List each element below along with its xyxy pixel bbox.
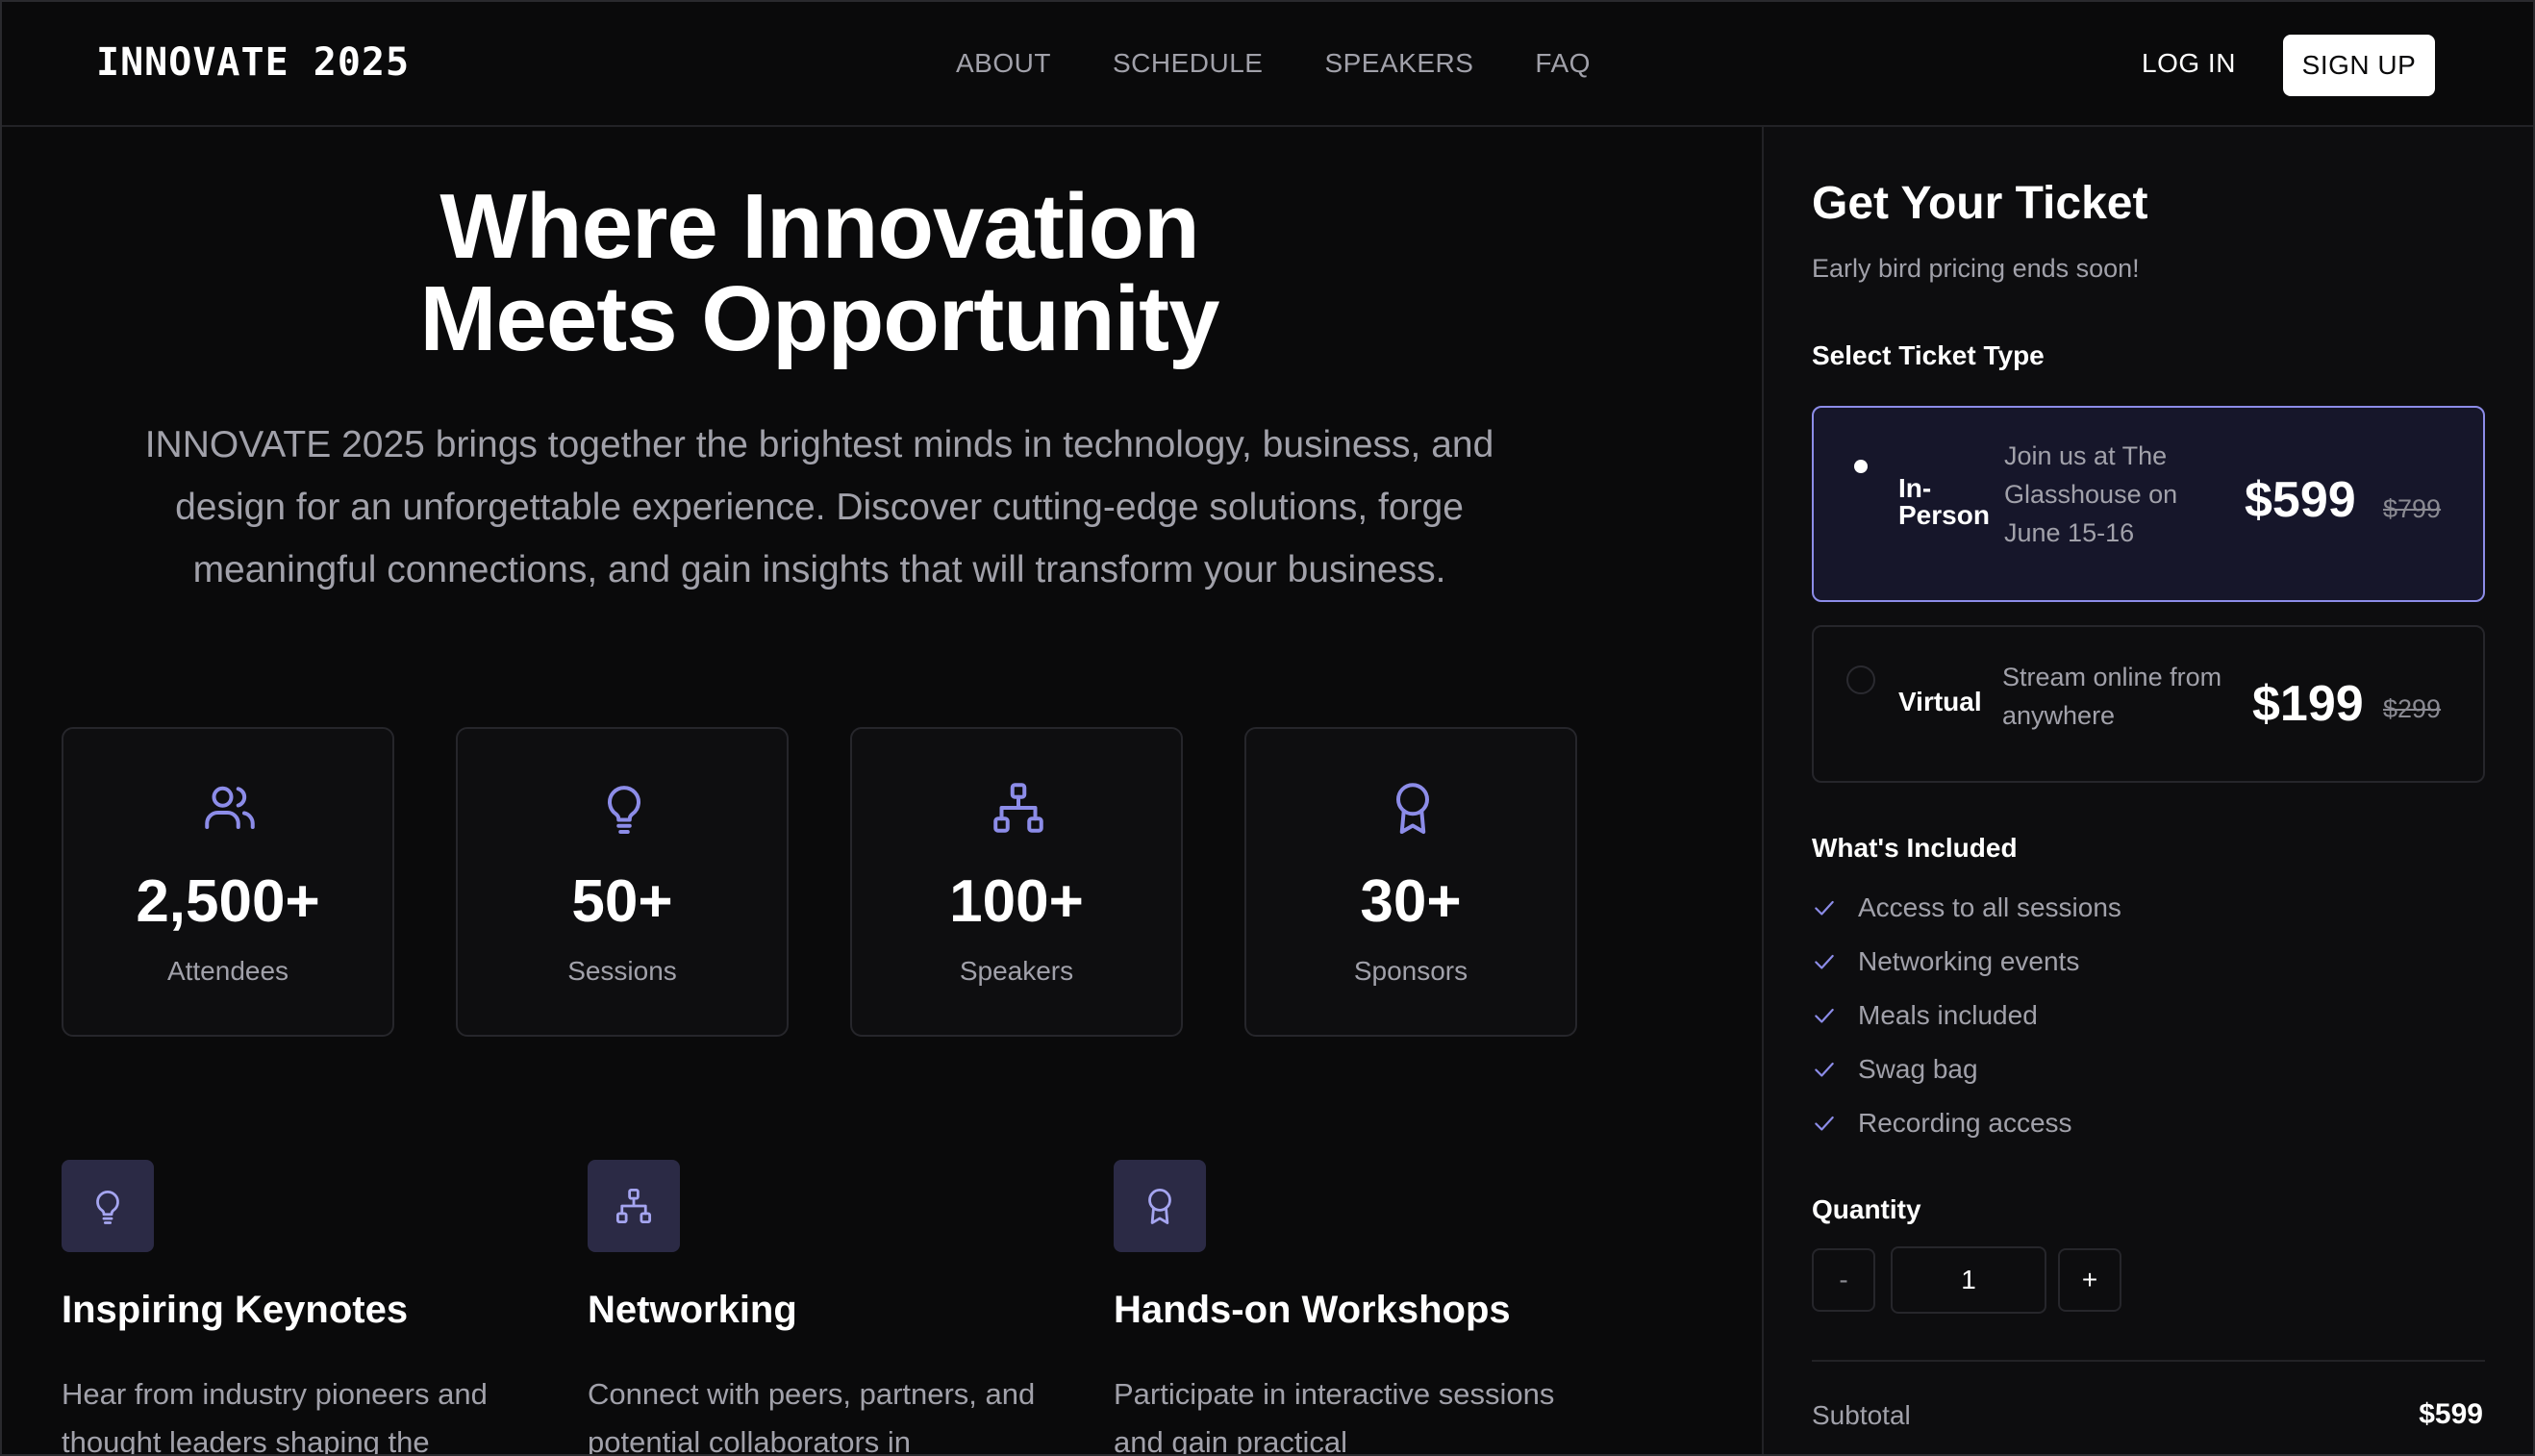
signup-button[interactable]: SIGN UP bbox=[2283, 35, 2435, 96]
ticket-panel: Get Your Ticket Early bird pricing ends … bbox=[1762, 127, 2533, 1454]
feature-title: Hands-on Workshops bbox=[1114, 1289, 1511, 1331]
users-icon bbox=[205, 786, 255, 829]
lightbulb-icon bbox=[96, 1190, 119, 1224]
included-item: Swag bag bbox=[1812, 1054, 1978, 1085]
ticket-name-line-2: Person bbox=[1898, 500, 1990, 530]
included-item-label: Swag bag bbox=[1858, 1054, 1978, 1084]
ticket-panel-title: Get Your Ticket bbox=[1812, 178, 2148, 229]
check-icon bbox=[1815, 954, 1834, 969]
brand-logo[interactable]: INNOVATE 2025 bbox=[96, 40, 410, 85]
hero-title-line-2: Meets Opportunity bbox=[419, 267, 1219, 370]
feature-icon-tile bbox=[588, 1160, 680, 1252]
stat-card-speakers: 100+ Speakers bbox=[850, 727, 1183, 1037]
network-icon bbox=[993, 783, 1043, 833]
nav-links: ABOUT SCHEDULE SPEAKERS FAQ bbox=[956, 48, 1591, 79]
quantity-input[interactable] bbox=[1891, 1246, 2046, 1314]
stat-value: 100+ bbox=[949, 868, 1084, 935]
feature-description: Hear from industry pioneers and thought … bbox=[62, 1377, 488, 1456]
hero-description: INNOVATE 2025 brings together the bright… bbox=[144, 424, 1494, 590]
quantity-decrease-button[interactable]: - bbox=[1812, 1248, 1875, 1312]
nav-link-faq[interactable]: FAQ bbox=[1535, 48, 1591, 79]
feature-title: Networking bbox=[588, 1289, 797, 1331]
included-item-label: Access to all sessions bbox=[1858, 892, 2121, 922]
stat-value: 30+ bbox=[1360, 868, 1462, 935]
ticket-option-old-price: $299 bbox=[2383, 694, 2442, 723]
ticket-option-virtual[interactable]: Virtual Stream online from anywhere $199… bbox=[1812, 625, 2485, 783]
nav-link-about[interactable]: ABOUT bbox=[956, 48, 1051, 79]
included-item: Access to all sessions bbox=[1812, 892, 2121, 923]
subtotal-value: $599 bbox=[2419, 1398, 2483, 1430]
stat-label: Attendees bbox=[166, 956, 289, 986]
feature-icon-tile bbox=[62, 1160, 154, 1252]
whats-included-label: What's Included bbox=[1812, 833, 2018, 863]
ticket-panel-subtitle: Early bird pricing ends soon! bbox=[1812, 254, 2140, 283]
ticket-option-description: Stream online from anywhere bbox=[2002, 663, 2222, 730]
award-icon bbox=[1148, 1188, 1171, 1224]
stat-card-sessions: 50+ Sessions bbox=[456, 727, 789, 1037]
check-icon bbox=[1815, 1062, 1834, 1077]
stat-label: Speakers bbox=[959, 956, 1074, 986]
divider bbox=[1812, 1360, 2485, 1362]
feature-description: Connect with peers, partners, and potent… bbox=[588, 1377, 1036, 1456]
feature-title: Inspiring Keynotes bbox=[62, 1289, 409, 1331]
stat-card-attendees: 2,500+ Attendees bbox=[62, 727, 394, 1037]
included-item-label: Networking events bbox=[1858, 946, 2080, 976]
check-icon bbox=[1815, 1116, 1834, 1131]
quantity-increase-button[interactable]: + bbox=[2058, 1248, 2121, 1312]
quantity-label: Quantity bbox=[1812, 1194, 1921, 1224]
ticket-option-in-person[interactable]: In- Person Join us at The Glasshouse on … bbox=[1812, 406, 2485, 602]
nav-link-schedule[interactable]: SCHEDULE bbox=[1113, 48, 1263, 79]
ticket-name-line-1: In- bbox=[1898, 473, 1932, 503]
stat-value: 50+ bbox=[571, 868, 673, 935]
feature-icon-tile bbox=[1114, 1160, 1206, 1252]
ticket-option-old-price: $799 bbox=[2383, 494, 2442, 523]
lightbulb-icon bbox=[608, 786, 640, 834]
included-item: Recording access bbox=[1812, 1108, 2072, 1139]
award-icon bbox=[1396, 783, 1429, 834]
ticket-option-name: Virtual bbox=[1898, 687, 1982, 716]
included-item-label: Meals included bbox=[1858, 1000, 2038, 1030]
included-item: Networking events bbox=[1812, 946, 2079, 977]
ticket-option-description: Join us at The Glasshouse on June 15-16 bbox=[2004, 441, 2178, 547]
stat-label: Sessions bbox=[567, 956, 677, 986]
feature-keynotes: Inspiring Keynotes Hear from industry pi… bbox=[62, 1160, 542, 1456]
check-icon bbox=[1815, 1008, 1834, 1023]
included-item: Meals included bbox=[1812, 1000, 2038, 1031]
hero-title: Where Innovation Meets Opportunity bbox=[2, 181, 1637, 365]
radio-in-person[interactable] bbox=[1846, 452, 1875, 481]
stat-label: Sponsors bbox=[1353, 956, 1468, 986]
network-icon bbox=[615, 1188, 652, 1224]
radio-virtual[interactable] bbox=[1846, 665, 1875, 694]
ticket-option-name: In- Person bbox=[1898, 475, 1990, 529]
nav-link-speakers[interactable]: SPEAKERS bbox=[1324, 48, 1473, 79]
select-ticket-label: Select Ticket Type bbox=[1812, 340, 2045, 370]
hero-title-line-1: Where Innovation bbox=[439, 175, 1199, 278]
stat-card-sponsors: 30+ Sponsors bbox=[1244, 727, 1577, 1037]
check-icon bbox=[1815, 900, 1834, 916]
subtotal-label: Subtotal bbox=[1812, 1400, 1911, 1430]
ticket-option-price: $199 bbox=[2252, 676, 2364, 732]
included-item-label: Recording access bbox=[1858, 1108, 2072, 1138]
feature-description: Participate in interactive sessions and … bbox=[1114, 1377, 1555, 1456]
feature-networking: Networking Connect with peers, partners,… bbox=[588, 1160, 1068, 1456]
top-nav: INNOVATE 2025 ABOUT SCHEDULE SPEAKERS FA… bbox=[2, 2, 2533, 127]
ticket-option-price: $599 bbox=[2245, 472, 2356, 528]
page: INNOVATE 2025 ABOUT SCHEDULE SPEAKERS FA… bbox=[0, 0, 2535, 1456]
stat-value: 2,500+ bbox=[136, 868, 320, 935]
feature-workshops: Hands-on Workshops Participate in intera… bbox=[1114, 1160, 1594, 1456]
login-link[interactable]: LOG IN bbox=[2142, 48, 2236, 79]
